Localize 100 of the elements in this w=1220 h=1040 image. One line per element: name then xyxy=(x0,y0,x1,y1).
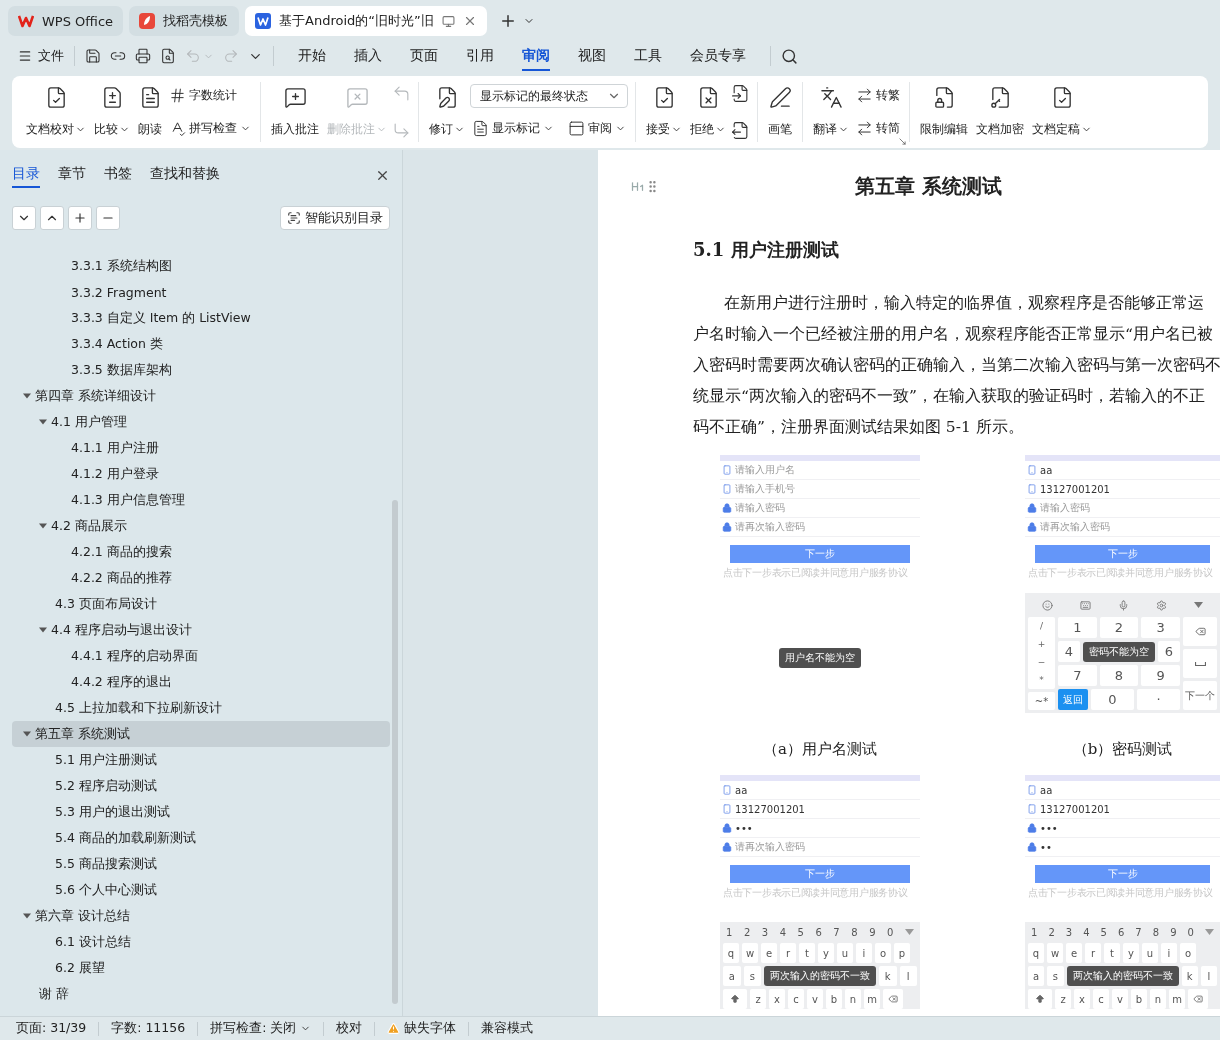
caret-icon[interactable] xyxy=(39,418,47,426)
convert-icon xyxy=(856,87,873,104)
ribbon-button[interactable]: 限制编辑 xyxy=(917,84,971,140)
toc-item[interactable]: 4.2.1 商品的搜索 xyxy=(12,539,390,565)
save-icon[interactable] xyxy=(85,48,101,64)
sidebar-tab[interactable]: 书签 xyxy=(104,162,132,188)
caret-icon[interactable] xyxy=(39,522,47,530)
toc-item[interactable]: 4.3 页面布局设计 xyxy=(12,591,390,617)
key: 6 xyxy=(1117,926,1125,938)
ribbon-button[interactable]: 显示标记 xyxy=(470,117,556,140)
toc-item[interactable]: 5.4 商品的加载刷新测试 xyxy=(12,825,390,851)
ribbon-button[interactable]: 字数统计 xyxy=(167,84,253,107)
toc-item[interactable]: 5.2 程序启动测试 xyxy=(12,773,390,799)
toc-item[interactable]: 4.2 商品展示 xyxy=(12,513,390,539)
ribbon-button[interactable]: 朗读 xyxy=(135,84,165,140)
toc-item[interactable]: 4.5 上拉加载和下拉刷新设计 xyxy=(12,695,390,721)
toc-item[interactable]: 3.3.5 数据库架构 xyxy=(12,357,390,383)
input-text: 请输入用户名 xyxy=(735,463,795,477)
monitor-icon[interactable] xyxy=(441,14,455,28)
toc-item[interactable]: 第五章 系统测试 xyxy=(12,721,390,747)
sidebar-tab[interactable]: 目录 xyxy=(12,162,40,188)
print-preview-icon[interactable] xyxy=(160,48,176,64)
window-tab[interactable]: 找稻壳模板 xyxy=(129,6,240,36)
ribbon-button[interactable]: 转简 xyxy=(854,117,902,140)
toc-item[interactable]: 3.3.4 Action 类 xyxy=(12,331,390,357)
menu-tab[interactable]: 引用 xyxy=(466,41,494,71)
caret-icon[interactable] xyxy=(39,626,47,634)
next-icon xyxy=(392,121,411,140)
toc-item[interactable]: 4.1.2 用户登录 xyxy=(12,461,390,487)
toc-item[interactable]: 4.1.1 用户注册 xyxy=(12,435,390,461)
sidebar-tab[interactable]: 查找和替换 xyxy=(150,162,220,188)
toc-item[interactable]: 6.1 设计总结 xyxy=(12,929,390,955)
key: z xyxy=(1055,989,1071,1009)
key: 下一个 xyxy=(1183,681,1217,710)
menu-tab[interactable]: 页面 xyxy=(410,41,438,71)
ribbon-button[interactable]: 文档定稿 xyxy=(1029,84,1095,140)
lock-icon xyxy=(1027,522,1037,532)
toc-item[interactable]: 4.1 用户管理 xyxy=(12,409,390,435)
ribbon-button[interactable]: 文档校对 xyxy=(23,84,89,140)
key: 8 xyxy=(1152,926,1160,938)
markup-select[interactable]: 显示标记的最终状态 xyxy=(470,84,628,108)
toc-item[interactable]: 5.1 用户注册测试 xyxy=(12,747,390,773)
phone-icon xyxy=(722,785,732,795)
toc-item[interactable]: 5.3 用户的退出测试 xyxy=(12,799,390,825)
menu-tab[interactable]: 开始 xyxy=(298,41,326,71)
ribbon-button[interactable]: 审阅 xyxy=(566,117,628,140)
toc-item[interactable]: 第六章 设计总结 xyxy=(12,903,390,929)
ribbon-button[interactable]: 文档加密 xyxy=(973,84,1027,140)
add-button[interactable] xyxy=(68,206,92,230)
section-heading: 5.1 用户注册测试 xyxy=(693,238,840,262)
ribbon-button[interactable]: 插入批注 xyxy=(268,84,322,140)
ribbon-button[interactable]: 转繁 xyxy=(854,84,902,107)
menu-tab[interactable]: 工具 xyxy=(634,41,662,71)
search-icon[interactable] xyxy=(781,47,798,65)
menu-tab[interactable]: 审阅 xyxy=(522,41,550,71)
toc-item[interactable]: 3.3.2 Fragment xyxy=(12,279,390,305)
menu-tab[interactable]: 插入 xyxy=(354,41,382,71)
scrollbar[interactable] xyxy=(392,500,398,1004)
paragraph-line: 入密码时需要两次确认密码的正确输入，当第二次输入密码与第一次密码不 xyxy=(693,355,1220,376)
key: u xyxy=(1142,943,1158,963)
toc-item[interactable]: 4.1.3 用户信息管理 xyxy=(12,487,390,513)
ribbon-button[interactable]: 拒绝 xyxy=(687,84,729,140)
print-icon[interactable] xyxy=(135,48,151,64)
ribbon-button[interactable]: 画笔 xyxy=(765,84,795,140)
toc-item[interactable]: 4.2.2 商品的推荐 xyxy=(12,565,390,591)
spell-check-status-button[interactable]: 拼写检查: 关闭 xyxy=(210,1020,312,1037)
toc-item[interactable]: 5.6 个人中心测试 xyxy=(12,877,390,903)
menu-tab[interactable]: 会员专享 xyxy=(690,41,746,71)
toc-item[interactable]: 3.3.1 系统结构图 xyxy=(12,253,390,279)
key: r xyxy=(1085,943,1101,963)
ribbon-button[interactable]: 接受 xyxy=(643,84,685,140)
ribbon-button[interactable]: 修订 xyxy=(426,84,468,140)
ribbon-button[interactable]: 比较 xyxy=(91,84,133,140)
file-menu-button[interactable]: 文件 xyxy=(18,47,64,65)
missing-font-button[interactable]: 缺失字体 xyxy=(387,1020,457,1037)
remove-button[interactable] xyxy=(96,206,120,230)
ribbon-button[interactable]: 拼写检查 xyxy=(167,117,253,140)
smart-toc-button[interactable]: 智能识别目录 xyxy=(280,206,390,230)
window-tab[interactable]: 基于Android的“旧时光”旧 xyxy=(245,6,487,36)
caret-icon[interactable] xyxy=(23,912,31,920)
lock-icon xyxy=(722,522,732,532)
dialog-launcher-icon[interactable] xyxy=(898,137,907,146)
window-tab[interactable]: WPS Office xyxy=(8,6,124,36)
collapse-up-button[interactable] xyxy=(40,206,64,230)
toc-item[interactable]: 3.3.3 自定义 Item 的 ListView xyxy=(12,305,390,331)
caret-icon[interactable] xyxy=(23,730,31,738)
ribbon-button[interactable]: 翻译 xyxy=(810,84,852,140)
sidebar-tab[interactable]: 章节 xyxy=(58,162,86,188)
toc-item[interactable]: 5.5 商品搜索测试 xyxy=(12,851,390,877)
menu-tab[interactable]: 视图 xyxy=(578,41,606,71)
toc-item[interactable]: 4.4.2 程序的退出 xyxy=(12,669,390,695)
toc-item[interactable]: 4.4.1 程序的启动界面 xyxy=(12,643,390,669)
key: 5 xyxy=(797,926,804,938)
toc-item[interactable]: 6.2 展望 xyxy=(12,955,390,981)
toc-item[interactable]: 谢 辞 xyxy=(12,981,390,1007)
caret-icon[interactable] xyxy=(23,392,31,400)
key: 8 xyxy=(851,926,858,938)
toc-item[interactable]: 4.4 程序启动与退出设计 xyxy=(12,617,390,643)
expand-down-button[interactable] xyxy=(12,206,36,230)
toc-item[interactable]: 第四章 系统详细设计 xyxy=(12,383,390,409)
